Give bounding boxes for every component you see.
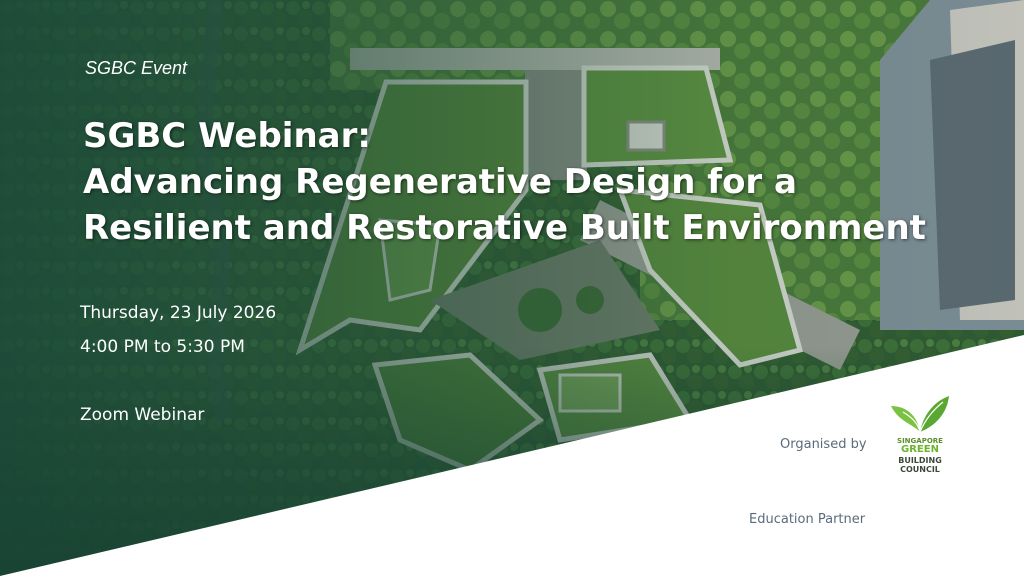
event-time: 4:00 PM to 5:30 PM xyxy=(80,337,245,357)
education-partner-label: Education Partner xyxy=(749,512,866,527)
organised-by-label: Organised by xyxy=(780,437,867,452)
aerial-background-image xyxy=(0,0,1024,576)
title-line-2: Advancing Regenerative Design for a xyxy=(83,162,797,202)
event-label: SGBC Event xyxy=(85,58,188,78)
title-line-1: SGBC Webinar: xyxy=(83,116,371,156)
event-venue: Zoom Webinar xyxy=(80,405,205,425)
webinar-title: SGBC Webinar: Advancing Regenerative Des… xyxy=(83,113,983,251)
title-line-3: Resilient and Restorative Built Environm… xyxy=(83,208,926,248)
logo-line-2: GREEN xyxy=(901,444,939,455)
leaf-icon xyxy=(891,396,949,433)
sgbc-logo: SINGAPORE GREEN BUILDING COUNCIL xyxy=(887,394,953,480)
logo-line-4: COUNCIL xyxy=(900,465,940,474)
event-date: Thursday, 23 July 2026 xyxy=(80,303,277,323)
